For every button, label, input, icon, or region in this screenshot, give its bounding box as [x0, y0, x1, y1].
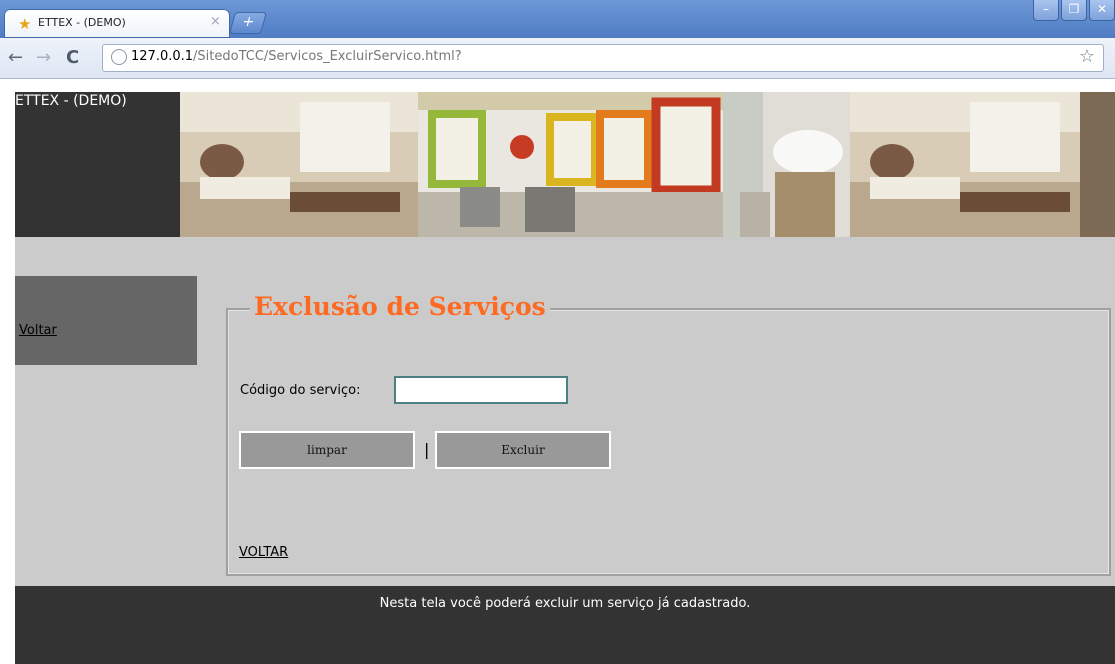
star-favicon-icon: ★ [18, 15, 32, 33]
excluir-button[interactable]: Excluir [435, 431, 611, 469]
browser-toolbar: ← → C 127.0.0.1/SitedoTCC/Servicos_Exclu… [0, 38, 1115, 79]
sidebar-voltar-link[interactable]: Voltar [19, 323, 57, 338]
service-code-label: Código do serviço: [240, 383, 361, 398]
sidebar: Voltar [15, 276, 197, 365]
address-bar[interactable]: 127.0.0.1/SitedoTCC/Servicos_ExcluirServ… [102, 44, 1104, 72]
maximize-button[interactable]: ❐ [1061, 0, 1087, 21]
minimize-button[interactable]: – [1033, 0, 1059, 21]
bookmark-star-icon[interactable]: ☆ [1079, 46, 1095, 67]
forward-arrow-icon[interactable]: → [36, 47, 51, 68]
page-info-icon[interactable] [111, 49, 127, 65]
back-arrow-icon[interactable]: ← [8, 47, 23, 68]
button-separator: | [424, 440, 430, 459]
voltar-link[interactable]: VOLTAR [239, 545, 288, 560]
form-legend: Exclusão de Serviços [250, 292, 550, 321]
header-banner-image [180, 92, 1115, 237]
service-delete-form: Exclusão de Serviços Código do serviço: … [226, 292, 1111, 576]
browser-tab[interactable]: ★ ETTEX - (DEMO) × [4, 9, 230, 38]
new-tab-button[interactable]: + [229, 12, 267, 34]
footer: Nesta tela você poderá excluir um serviç… [15, 586, 1115, 664]
tab-close-icon[interactable]: × [210, 14, 221, 29]
footer-text: Nesta tela você poderá excluir um serviç… [379, 596, 751, 611]
tab-title: ETTEX - (DEMO) [38, 16, 126, 29]
service-code-input[interactable] [394, 376, 568, 404]
site-brand: ETTEX - (DEMO) [15, 93, 127, 109]
address-url[interactable]: 127.0.0.1/SitedoTCC/Servicos_ExcluirServ… [131, 49, 462, 64]
salon-banner-photo [180, 92, 1115, 237]
header-brand-box: ETTEX - (DEMO) [15, 92, 180, 237]
window-controls: – ❐ ✕ [1031, 0, 1115, 22]
close-window-button[interactable]: ✕ [1089, 0, 1115, 21]
reload-icon[interactable]: C [66, 47, 79, 68]
browser-tab-strip: ★ ETTEX - (DEMO) × + – ❐ ✕ [0, 0, 1115, 38]
page-content: ETTEX - (DEMO) Voltar Exclusão de Serviç… [0, 79, 1115, 664]
limpar-button[interactable]: limpar [239, 431, 415, 469]
